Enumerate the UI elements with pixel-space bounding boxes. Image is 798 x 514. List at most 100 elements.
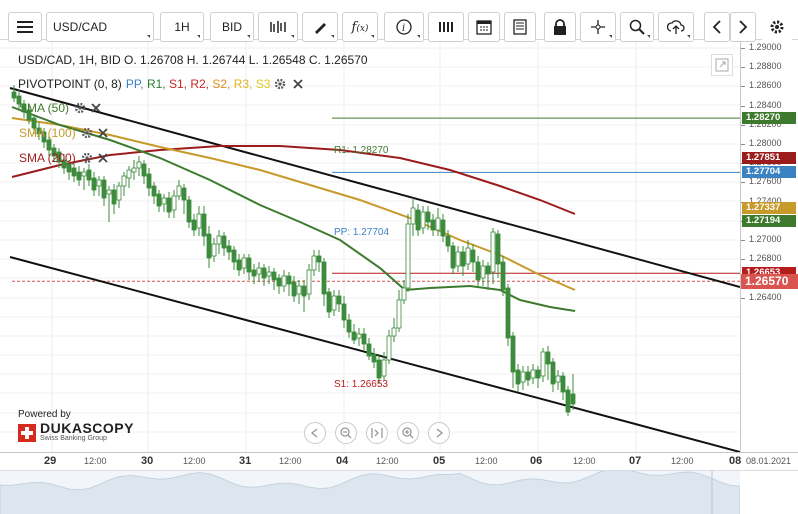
scroll-right-button[interactable] bbox=[428, 422, 450, 444]
calendar-button[interactable] bbox=[468, 12, 500, 42]
timeframe-label: 1H bbox=[174, 20, 190, 34]
powered-by-label: Powered by bbox=[18, 409, 71, 420]
candle-bearish bbox=[565, 389, 571, 413]
candle-bullish bbox=[296, 285, 302, 295]
crosshair-button[interactable] bbox=[580, 12, 616, 42]
zoom-in-button[interactable] bbox=[397, 422, 419, 444]
date-stamp: 08.01.2021 bbox=[746, 456, 792, 466]
scroll-left-button[interactable] bbox=[304, 422, 326, 444]
prev-icon bbox=[712, 20, 721, 34]
upload-button[interactable] bbox=[658, 12, 694, 42]
draw-button[interactable] bbox=[302, 12, 338, 42]
price-tick: 1.28400 bbox=[741, 99, 782, 110]
bar-type-button[interactable] bbox=[258, 12, 298, 42]
sma50-label: SMA (50) bbox=[19, 101, 70, 115]
candle-bearish bbox=[341, 303, 347, 321]
zoom-out-button[interactable] bbox=[335, 422, 357, 444]
symbol-label: USD/CAD bbox=[53, 20, 108, 34]
candle-bearish bbox=[460, 251, 466, 267]
candle-bearish bbox=[525, 371, 531, 381]
candle-bearish bbox=[146, 173, 152, 189]
candle-bearish bbox=[111, 189, 117, 205]
candle-bullish bbox=[116, 185, 122, 201]
time-axis[interactable]: 08.01.2021 29 12:00 30 12:00 31 12:00 04 12:00 0… bbox=[0, 452, 798, 470]
zoom-in-icon bbox=[402, 427, 414, 439]
candle-bearish bbox=[445, 235, 451, 247]
candle-bearish bbox=[186, 199, 192, 223]
gear-icon[interactable] bbox=[274, 78, 286, 90]
candle-bearish bbox=[71, 167, 77, 177]
price-tick: 1.28800 bbox=[741, 61, 782, 72]
function-icon: f(x) bbox=[351, 19, 369, 35]
arrow-left-icon bbox=[310, 428, 318, 438]
symbol-select[interactable]: USD/CAD bbox=[46, 12, 154, 42]
upload-icon bbox=[667, 20, 685, 34]
candle-bearish bbox=[505, 287, 511, 339]
candle-bearish bbox=[181, 187, 187, 201]
gear-icon[interactable] bbox=[81, 152, 93, 164]
lock-button[interactable] bbox=[544, 12, 576, 42]
expand-button[interactable] bbox=[711, 54, 733, 76]
function-button[interactable]: f(x) bbox=[342, 12, 378, 42]
candle-bearish bbox=[91, 177, 97, 191]
columns-button[interactable] bbox=[428, 12, 464, 42]
candle-bearish bbox=[495, 233, 501, 265]
sma200-label: SMA (200) bbox=[19, 151, 76, 165]
candle-bearish bbox=[470, 249, 476, 263]
dukascopy-logo: DUKASCOPY Swiss Banking Group bbox=[18, 421, 134, 443]
gear-icon[interactable] bbox=[74, 102, 86, 114]
menu-button[interactable] bbox=[8, 12, 42, 42]
time-day-label: 05 bbox=[433, 455, 446, 467]
navigator-panel[interactable] bbox=[0, 467, 741, 514]
gear-icon[interactable] bbox=[81, 127, 93, 139]
close-icon[interactable] bbox=[97, 152, 109, 164]
pivot-prefix: PIVOTPOINT (0, 8) bbox=[18, 77, 122, 91]
side-label: BID bbox=[221, 20, 242, 34]
settings-icon bbox=[770, 20, 784, 34]
pivot-item: R2, bbox=[190, 77, 213, 91]
candle-bearish bbox=[301, 285, 307, 297]
close-icon[interactable] bbox=[292, 78, 304, 90]
candle-bearish bbox=[291, 281, 297, 297]
price-tick: 1.28000 bbox=[741, 138, 782, 148]
side-select[interactable]: BID bbox=[210, 12, 254, 42]
candle-bullish bbox=[196, 213, 202, 229]
news-icon bbox=[513, 19, 527, 35]
prev-button[interactable] bbox=[704, 12, 730, 42]
settings-button[interactable] bbox=[762, 12, 792, 42]
candle-bearish bbox=[371, 353, 377, 363]
news-button[interactable] bbox=[504, 12, 536, 42]
next-icon bbox=[739, 20, 748, 34]
reset-zoom-button[interactable] bbox=[366, 422, 388, 444]
candle-bullish bbox=[455, 251, 461, 267]
pivot-item: S3 bbox=[255, 77, 271, 91]
lock-icon bbox=[554, 19, 566, 35]
time-hour-label: 12:00 bbox=[279, 456, 302, 466]
close-icon[interactable] bbox=[90, 102, 102, 114]
price-axis[interactable]: 1.290001.288001.286001.284001.282001.280… bbox=[740, 42, 798, 452]
candle-bearish bbox=[166, 197, 172, 213]
chart-area[interactable] bbox=[0, 42, 740, 452]
time-day-label: 07 bbox=[629, 455, 642, 467]
candle-bearish bbox=[226, 245, 232, 253]
zoom-out-icon bbox=[340, 427, 352, 439]
candle-bearish bbox=[351, 331, 357, 341]
candle-bullish bbox=[211, 243, 217, 257]
timeframe-select[interactable]: 1H bbox=[160, 12, 204, 42]
next-button[interactable] bbox=[730, 12, 756, 42]
candle-bearish bbox=[475, 261, 481, 281]
candle-bearish bbox=[236, 259, 242, 271]
price-chart[interactable] bbox=[0, 42, 740, 452]
indicator-sma200: SMA (200) bbox=[18, 151, 109, 165]
close-icon[interactable] bbox=[97, 127, 109, 139]
time-day-label: 31 bbox=[239, 455, 252, 467]
candle-bearish bbox=[86, 169, 92, 181]
candle-bearish bbox=[101, 179, 107, 199]
zoom-button[interactable] bbox=[620, 12, 654, 42]
candle-bullish bbox=[410, 207, 416, 225]
price-tag: 1.27194 bbox=[742, 215, 796, 228]
info-button[interactable]: i bbox=[384, 12, 424, 42]
zoom-icon bbox=[629, 19, 645, 35]
candle-bullish bbox=[420, 211, 426, 229]
candle-bearish bbox=[450, 245, 456, 269]
